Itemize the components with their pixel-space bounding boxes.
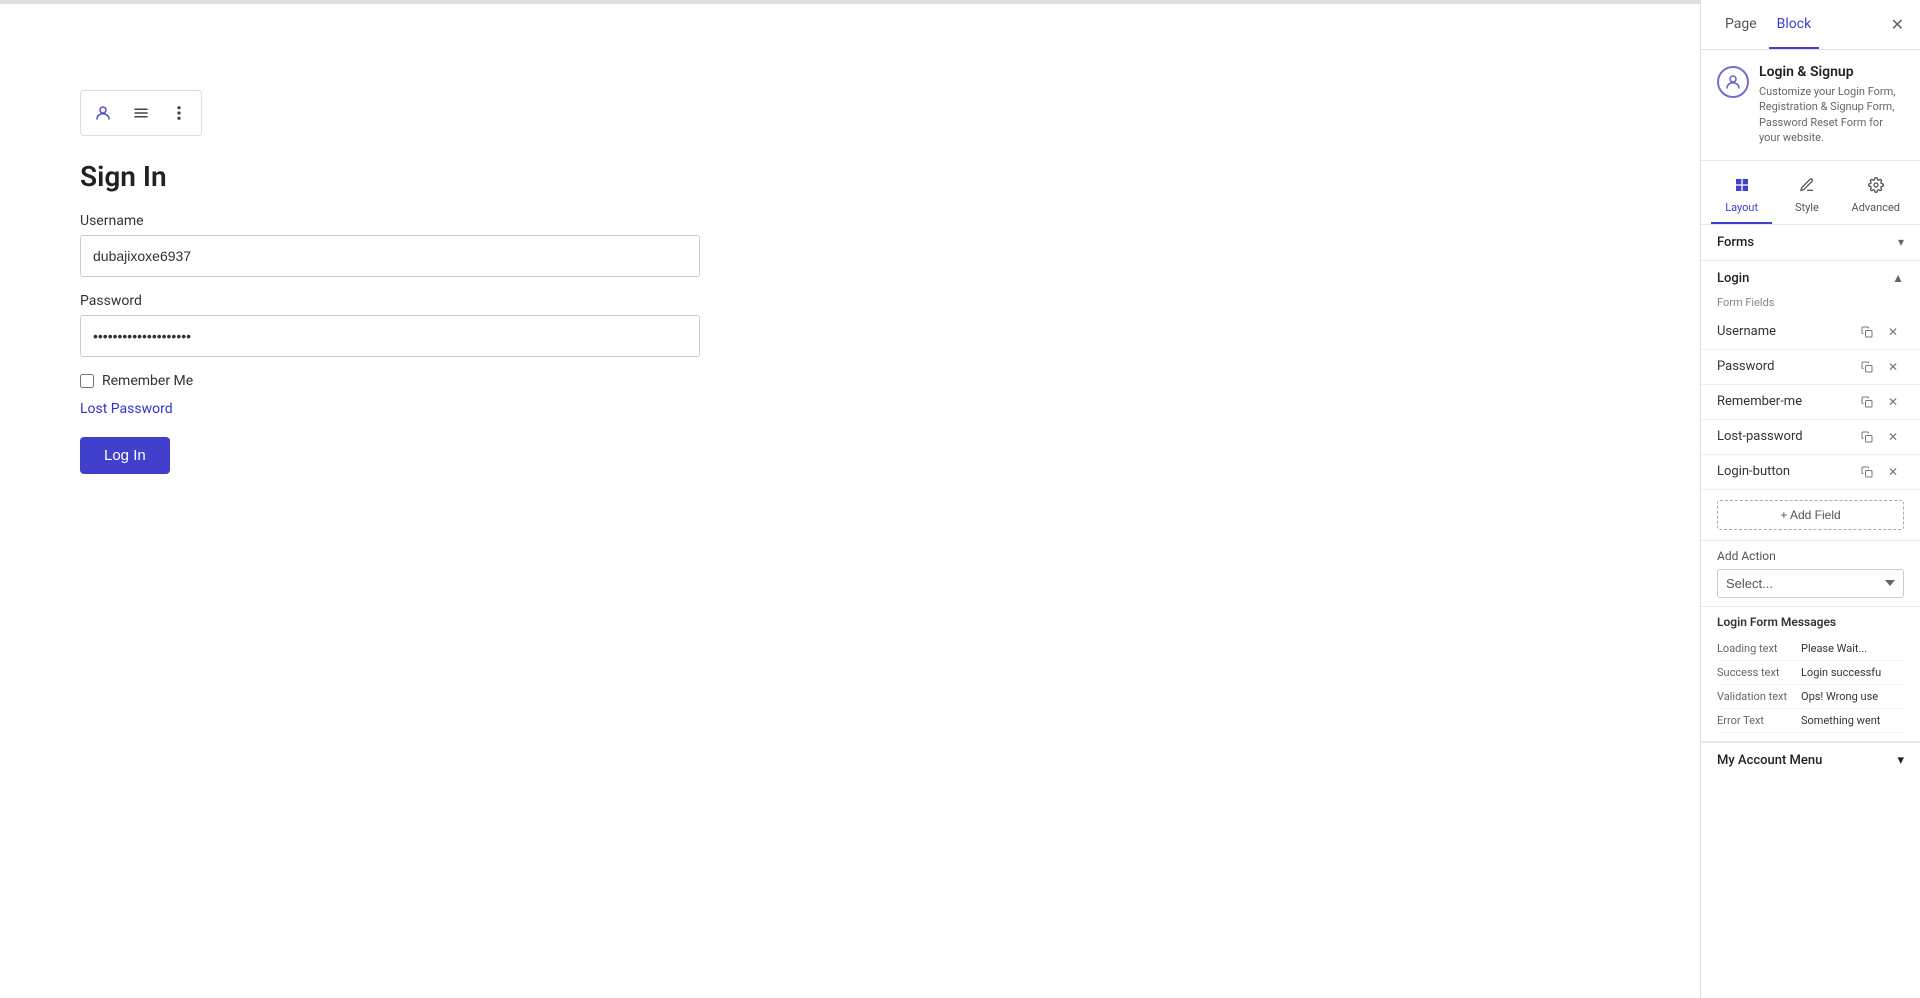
login-form: Sign In Username Password Remember Me Lo… — [80, 160, 700, 474]
msg-label-validation: Validation text — [1717, 690, 1795, 703]
field-row-username: Username ✕ — [1701, 315, 1920, 350]
delete-username-btn[interactable]: ✕ — [1882, 321, 1904, 343]
my-account-chevron: ▾ — [1897, 753, 1904, 768]
add-field-button[interactable]: + Add Field — [1717, 500, 1904, 530]
field-row-password: Password ✕ — [1701, 350, 1920, 385]
copy-password-btn[interactable] — [1856, 356, 1878, 378]
msg-label-error: Error Text — [1717, 714, 1795, 727]
lost-password-link[interactable]: Lost Password — [80, 401, 700, 417]
msg-value-validation: Ops! Wrong use — [1801, 690, 1904, 703]
field-row-lost-password: Lost-password ✕ — [1701, 420, 1920, 455]
delete-password-btn[interactable]: ✕ — [1882, 356, 1904, 378]
field-name-login-button: Login-button — [1717, 464, 1856, 479]
msg-row-validation: Validation text Ops! Wrong use — [1717, 685, 1904, 709]
field-name-password: Password — [1717, 359, 1856, 374]
advanced-icon — [1868, 177, 1884, 197]
field-actions-lost-password: ✕ — [1856, 426, 1904, 448]
list-icon-btn[interactable] — [123, 95, 159, 131]
style-label: Style — [1795, 201, 1819, 214]
tab-advanced[interactable]: Advanced — [1842, 171, 1910, 224]
username-input[interactable] — [80, 235, 700, 277]
msg-row-error: Error Text Something went — [1717, 709, 1904, 733]
login-section-header[interactable]: Login ▲ — [1701, 261, 1920, 296]
msg-label-success: Success text — [1717, 666, 1795, 679]
tab-layout[interactable]: Layout — [1711, 171, 1772, 224]
forms-section: Forms ▾ — [1701, 225, 1920, 261]
layout-label: Layout — [1725, 201, 1758, 214]
advanced-label: Advanced — [1852, 201, 1900, 214]
msg-row-success: Success text Login successfu — [1717, 661, 1904, 685]
login-chevron: ▲ — [1892, 271, 1904, 285]
layout-icon — [1734, 177, 1750, 197]
copy-login-button-btn[interactable] — [1856, 461, 1878, 483]
tab-style[interactable]: Style — [1776, 171, 1837, 224]
delete-remember-me-btn[interactable]: ✕ — [1882, 391, 1904, 413]
username-label: Username — [80, 213, 700, 229]
tab-page[interactable]: Page — [1717, 0, 1765, 49]
field-name-remember-me: Remember-me — [1717, 394, 1856, 409]
login-signup-icon — [1717, 66, 1749, 98]
password-label: Password — [80, 293, 700, 309]
field-actions-remember-me: ✕ — [1856, 391, 1904, 413]
block-info-desc: Customize your Login Form, Registration … — [1759, 84, 1904, 146]
close-button[interactable]: ✕ — [1891, 15, 1904, 35]
msg-label-loading: Loading text — [1717, 642, 1795, 655]
forms-label: Forms — [1717, 235, 1754, 250]
form-title: Sign In — [80, 160, 700, 193]
top-bar — [0, 0, 1700, 4]
form-fields-label: Form Fields — [1701, 296, 1920, 309]
my-account-section[interactable]: My Account Menu ▾ — [1701, 742, 1920, 778]
forms-chevron: ▾ — [1898, 235, 1904, 249]
view-tabs: Layout Style Advanced — [1701, 161, 1920, 225]
block-info-title: Login & Signup — [1759, 64, 1904, 80]
login-form-messages: Login Form Messages Loading text Please … — [1701, 606, 1920, 741]
delete-login-button-btn[interactable]: ✕ — [1882, 461, 1904, 483]
copy-lost-password-btn[interactable] — [1856, 426, 1878, 448]
user-icon-btn[interactable] — [85, 95, 121, 131]
more-icon-btn[interactable] — [161, 95, 197, 131]
block-info: Login & Signup Customize your Login Form… — [1701, 50, 1920, 161]
login-section: Login ▲ Form Fields Username ✕ Password … — [1701, 261, 1920, 742]
field-row-login-button: Login-button ✕ — [1701, 455, 1920, 490]
field-actions-login-button: ✕ — [1856, 461, 1904, 483]
my-account-label: My Account Menu — [1717, 753, 1822, 768]
delete-lost-password-btn[interactable]: ✕ — [1882, 426, 1904, 448]
block-controls — [80, 90, 202, 136]
tab-block[interactable]: Block — [1769, 0, 1820, 49]
add-action-section: Add Action Select... — [1701, 540, 1920, 606]
remember-me-row: Remember Me — [80, 373, 700, 389]
remember-me-label: Remember Me — [102, 373, 193, 389]
add-action-label: Add Action — [1717, 549, 1904, 563]
add-action-select[interactable]: Select... — [1717, 569, 1904, 598]
password-input[interactable] — [80, 315, 700, 357]
msg-value-success: Login successfu — [1801, 666, 1904, 679]
panel-tabs: Page Block ✕ — [1701, 0, 1920, 50]
field-row-remember-me: Remember-me ✕ — [1701, 385, 1920, 420]
copy-username-btn[interactable] — [1856, 321, 1878, 343]
msg-value-loading: Please Wait... — [1801, 642, 1904, 655]
msg-row-loading: Loading text Please Wait... — [1717, 637, 1904, 661]
login-label: Login — [1717, 271, 1749, 286]
right-panel: Page Block ✕ Login & Signup Customize yo… — [1700, 0, 1920, 998]
field-name-lost-password: Lost-password — [1717, 429, 1856, 444]
login-button[interactable]: Log In — [80, 437, 170, 474]
field-name-username: Username — [1717, 324, 1856, 339]
remember-me-checkbox[interactable] — [80, 374, 94, 388]
block-info-text: Login & Signup Customize your Login Form… — [1759, 64, 1904, 146]
copy-remember-me-btn[interactable] — [1856, 391, 1878, 413]
main-canvas: Sign In Username Password Remember Me Lo… — [0, 0, 1700, 998]
style-icon — [1799, 177, 1815, 197]
forms-section-header[interactable]: Forms ▾ — [1701, 225, 1920, 260]
field-actions-password: ✕ — [1856, 356, 1904, 378]
msg-value-error: Something went — [1801, 714, 1904, 727]
messages-title: Login Form Messages — [1717, 615, 1904, 629]
field-actions-username: ✕ — [1856, 321, 1904, 343]
